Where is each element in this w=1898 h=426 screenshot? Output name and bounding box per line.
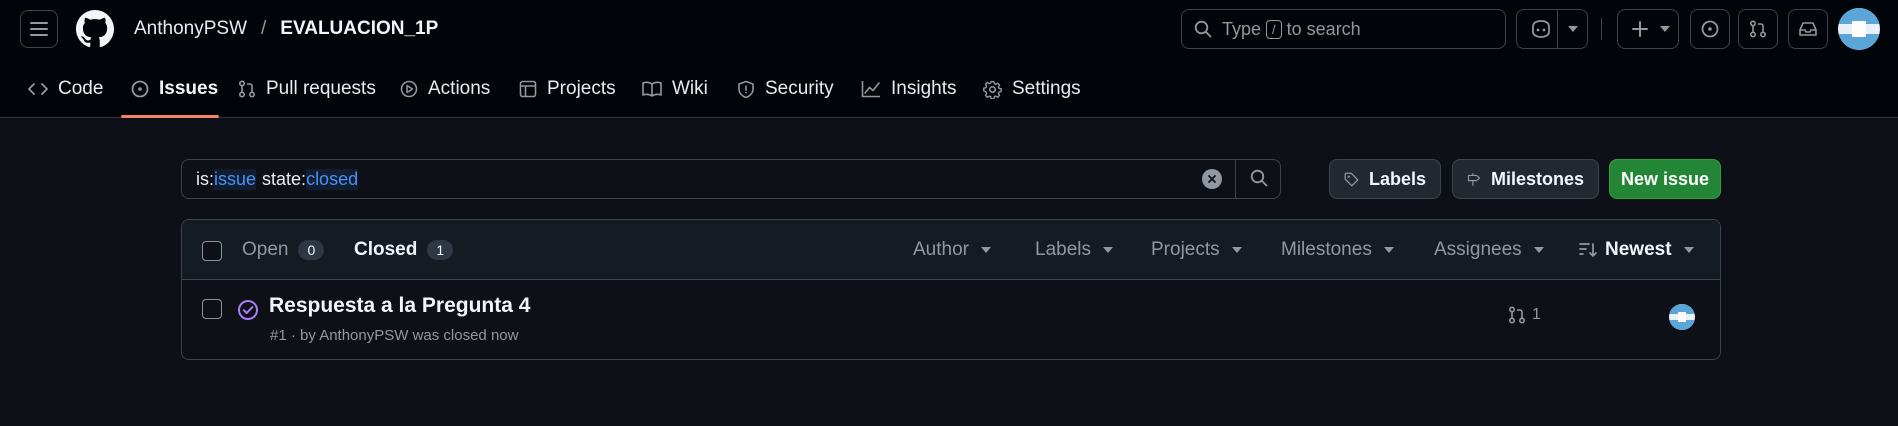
- chevron-down-icon: [980, 247, 991, 253]
- code-icon: [28, 83, 48, 95]
- linked-pull-requests[interactable]: 1: [1508, 306, 1541, 324]
- tab-actions[interactable]: Actions: [400, 68, 490, 110]
- filter-value-closed: closed: [306, 168, 359, 190]
- tab-projects[interactable]: Projects: [519, 68, 616, 110]
- global-search-input[interactable]: Type / to search: [1181, 9, 1506, 49]
- repo-link[interactable]: EVALUACION_1P: [278, 14, 440, 44]
- plus-icon: [1632, 21, 1648, 37]
- menu-button[interactable]: [20, 10, 58, 48]
- issues-shortcut-button[interactable]: [1690, 9, 1730, 49]
- sort-dropdown[interactable]: Newest: [1579, 220, 1694, 280]
- git-pull-request-icon: [1749, 20, 1767, 38]
- tag-icon: [1344, 172, 1359, 186]
- milestones-filter-dropdown[interactable]: Milestones: [1281, 220, 1394, 280]
- github-logo-icon[interactable]: [76, 10, 114, 48]
- open-count-badge: 0: [298, 240, 325, 260]
- breadcrumb: AnthonyPSW / EVALUACION_1P: [132, 0, 440, 58]
- issue-title-link[interactable]: Respuesta a la Pregunta 4: [269, 294, 530, 318]
- x-icon: [1208, 175, 1216, 183]
- copilot-icon: [1532, 20, 1550, 38]
- closed-count-badge: 1: [427, 240, 454, 260]
- git-pull-request-icon: [1508, 306, 1526, 324]
- issue-opened-icon: [131, 80, 149, 98]
- hamburger-icon: [30, 22, 48, 36]
- table-icon: [519, 80, 537, 98]
- shield-icon: [738, 80, 754, 98]
- projects-filter-dropdown[interactable]: Projects: [1151, 220, 1242, 280]
- slash-key-hint: /: [1266, 19, 1282, 39]
- issue-meta: #1 · by AnthonyPSW was closed now: [270, 327, 519, 344]
- assignee-avatar[interactable]: [1669, 304, 1695, 330]
- labels-button[interactable]: Labels: [1329, 159, 1441, 199]
- issue-checkbox[interactable]: [202, 299, 222, 319]
- git-pull-request-icon: [238, 80, 256, 98]
- search-icon: [1194, 20, 1212, 38]
- chevron-down-icon: [1231, 247, 1242, 253]
- author-filter-dropdown[interactable]: Author: [913, 220, 991, 280]
- split-divider: [1557, 10, 1558, 48]
- filter-divider: [1235, 160, 1236, 198]
- global-bar: AnthonyPSW / EVALUACION_1P Type / to sea…: [0, 0, 1898, 58]
- tab-pull-requests[interactable]: Pull requests: [238, 68, 376, 110]
- issue-row[interactable]: Respuesta a la Pregunta 4 #1 · by Anthon…: [182, 280, 1720, 359]
- toolbar-divider: [1601, 18, 1602, 40]
- app-header: AnthonyPSW / EVALUACION_1P Type / to sea…: [0, 0, 1898, 118]
- owner-link[interactable]: AnthonyPSW: [132, 14, 249, 44]
- labels-filter-dropdown[interactable]: Labels: [1035, 220, 1113, 280]
- select-all-checkbox[interactable]: [202, 241, 222, 261]
- open-issues-toggle[interactable]: Open 0: [242, 220, 325, 280]
- inbox-button[interactable]: [1788, 9, 1828, 49]
- active-tab-indicator: [121, 115, 219, 118]
- milestones-button[interactable]: Milestones: [1452, 159, 1599, 199]
- chevron-down-icon: [1683, 247, 1694, 253]
- issues-list-header: Open 0 Closed 1 Author Labels Projects M…: [182, 220, 1720, 280]
- create-new-button[interactable]: [1617, 9, 1679, 49]
- issue-closed-icon: [238, 300, 258, 320]
- tab-security[interactable]: Security: [737, 68, 834, 110]
- user-avatar[interactable]: [1838, 8, 1880, 50]
- filter-value-issue: issue: [214, 168, 257, 190]
- copilot-button[interactable]: [1516, 9, 1588, 49]
- search-placeholder: Type / to search: [1222, 18, 1361, 39]
- new-issue-button[interactable]: New issue: [1609, 159, 1721, 199]
- tab-wiki[interactable]: Wiki: [642, 68, 708, 110]
- milestone-icon: [1467, 172, 1481, 186]
- play-icon: [400, 80, 418, 98]
- chevron-down-icon: [1383, 247, 1394, 253]
- tab-insights[interactable]: Insights: [861, 68, 956, 110]
- tab-code[interactable]: Code: [28, 68, 103, 110]
- pull-requests-shortcut-button[interactable]: [1738, 9, 1778, 49]
- chevron-down-icon: [1103, 247, 1113, 253]
- book-icon: [642, 81, 662, 97]
- chevron-down-icon: [1568, 26, 1578, 32]
- gear-icon: [983, 80, 1002, 99]
- inbox-icon: [1799, 22, 1817, 36]
- tab-issues[interactable]: Issues: [131, 68, 218, 110]
- chevron-down-icon: [1660, 26, 1670, 32]
- search-icon[interactable]: [1250, 169, 1268, 187]
- issue-opened-icon: [1701, 20, 1719, 38]
- chevron-down-icon: [1533, 247, 1544, 253]
- breadcrumb-separator: /: [261, 18, 267, 39]
- issues-list: Open 0 Closed 1 Author Labels Projects M…: [181, 219, 1721, 360]
- clear-filter-button[interactable]: [1202, 169, 1222, 189]
- graph-icon: [861, 81, 880, 98]
- tab-settings[interactable]: Settings: [983, 68, 1081, 110]
- issues-filter-input[interactable]: is: issue state: closed: [181, 159, 1281, 199]
- assignees-filter-dropdown[interactable]: Assignees: [1434, 220, 1544, 280]
- sort-desc-icon: [1579, 243, 1597, 257]
- closed-issues-toggle[interactable]: Closed 1: [354, 220, 454, 280]
